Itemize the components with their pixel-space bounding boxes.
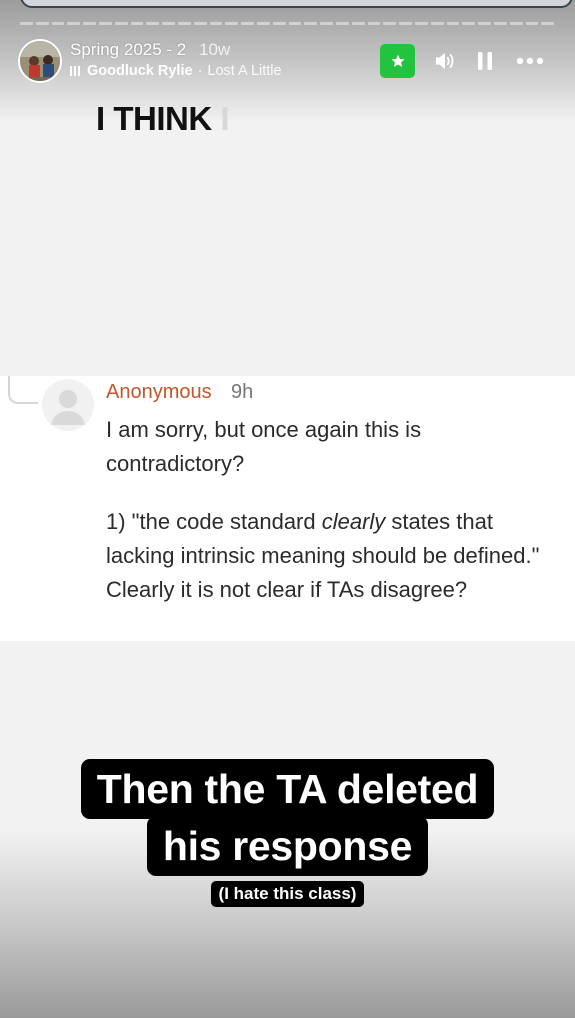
- text-cursor: I: [220, 100, 230, 137]
- comment-paragraph-2: 1) "the code standard clearly states tha…: [106, 505, 551, 607]
- music-song: Lost A Little: [207, 63, 282, 79]
- progress-segment: [162, 22, 175, 25]
- thread-connector: [8, 376, 38, 404]
- progress-segment: [241, 22, 254, 25]
- comment-timestamp: 9h: [231, 381, 254, 403]
- typed-text: I THINK: [96, 100, 212, 137]
- progress-segment: [304, 22, 318, 25]
- progress-segment: [288, 22, 302, 25]
- progress-segment: [509, 22, 523, 25]
- progress-segment: [320, 22, 333, 25]
- story-title[interactable]: Spring 2025 - 2: [70, 40, 186, 60]
- speaker-icon: [435, 52, 454, 70]
- progress-segment: [35, 22, 49, 25]
- progress-segment: [493, 22, 507, 25]
- music-bars-icon: [70, 66, 80, 76]
- pause-icon: [478, 52, 492, 70]
- progress-segment: [367, 22, 381, 25]
- comment-author: Anonymous: [106, 381, 212, 403]
- comment-paragraph-1: I am sorry, but once again this is contr…: [106, 417, 422, 476]
- progress-segment: [98, 22, 112, 25]
- profile-avatar[interactable]: [18, 39, 62, 83]
- caption-subtext: (I hate this class): [210, 881, 365, 907]
- progress-segment: [67, 22, 81, 25]
- progress-segment: [193, 22, 207, 25]
- progress-segment: [335, 22, 349, 25]
- caption-line-1: Then the TA deleted: [80, 759, 495, 819]
- story-progress-bar: [20, 22, 555, 25]
- close-friends-badge[interactable]: [380, 44, 415, 78]
- progress-segment: [414, 22, 428, 25]
- more-options-button[interactable]: [515, 48, 545, 74]
- progress-segment: [430, 22, 444, 25]
- progress-segment: [20, 22, 33, 25]
- progress-segment: [51, 22, 65, 25]
- story-timestamp: 10w: [199, 40, 231, 59]
- music-separator: ·: [197, 63, 203, 79]
- sound-button[interactable]: [432, 48, 458, 74]
- pause-button[interactable]: [472, 48, 498, 74]
- progress-segment: [446, 22, 460, 25]
- music-artist: Goodluck Rylie: [87, 63, 193, 79]
- caption-line-2: his response: [146, 816, 429, 876]
- star-icon: [390, 54, 405, 67]
- progress-segment: [525, 22, 539, 25]
- previous-card-edge: [20, 0, 573, 8]
- progress-segment: [209, 22, 223, 25]
- progress-segment: [462, 22, 476, 25]
- progress-segment: [114, 22, 128, 25]
- typed-overlay-text: I THINK I: [96, 100, 229, 138]
- more-dots-icon: [516, 57, 544, 65]
- progress-segment: [351, 22, 365, 25]
- progress-segment: [225, 22, 239, 25]
- music-attribution[interactable]: Goodluck Rylie · Lost A Little: [70, 63, 282, 79]
- progress-segment: [130, 22, 144, 25]
- anonymous-avatar-icon: [42, 379, 94, 431]
- progress-segment: [177, 22, 191, 25]
- progress-segment: [272, 22, 286, 25]
- progress-segment: [541, 22, 555, 25]
- progress-segment: [399, 22, 412, 25]
- progress-segment: [383, 22, 397, 25]
- progress-segment: [83, 22, 96, 25]
- progress-segment: [256, 22, 270, 25]
- progress-segment: [146, 22, 160, 25]
- comment-screenshot: Anonymous 9h I am sorry, but once again …: [0, 376, 575, 641]
- story-caption: Then the TA deleted his response (I hate…: [0, 759, 575, 907]
- comment-p2-before: 1) "the code standard: [106, 509, 322, 534]
- comment-p2-emphasis: clearly: [321, 509, 386, 534]
- progress-segment: [478, 22, 491, 25]
